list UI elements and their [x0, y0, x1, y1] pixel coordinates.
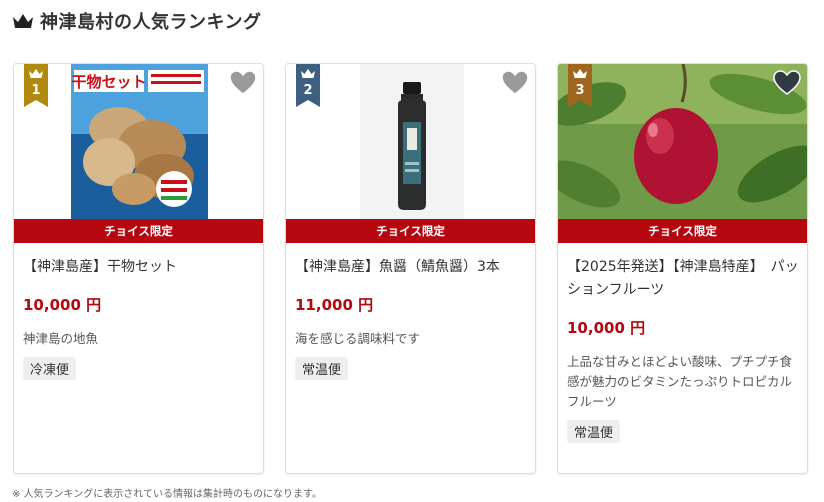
choice-limited-ribbon: チョイス限定: [286, 219, 535, 243]
product-price: 10,000 円: [567, 319, 646, 337]
product-image-2[interactable]: [286, 64, 535, 219]
rank-badge-2: 2: [296, 64, 320, 107]
product-description: 上品な甘みとほどよい酸味、プチプチ食感が魅力のビタミンたっぷりトロピカルフルーツ: [567, 354, 793, 409]
rank-number: 1: [31, 83, 41, 98]
rank-number: 3: [575, 83, 585, 98]
product-card-2[interactable]: 2 チョイス限定 【神津島産】魚醤（鯖魚醤）3本 11,000 円 海を感じる調…: [285, 63, 536, 474]
product-image-text: 干物セット: [71, 73, 146, 91]
rank-badge-3: 3: [568, 64, 592, 107]
product-description: 神津島の地魚: [23, 331, 99, 346]
crown-icon: [13, 14, 33, 28]
choice-limited-ribbon: チョイス限定: [14, 219, 263, 243]
shipping-tag: 常温便: [295, 357, 349, 380]
product-image-1[interactable]: 干物セット: [14, 64, 263, 219]
heart-icon[interactable]: [229, 70, 257, 96]
product-card-1[interactable]: 干物セット 1 チョイス限定 【神津島産】干物セット 10,000 円 神津島の…: [13, 63, 264, 474]
rank-badge-1: 1: [24, 64, 48, 107]
product-price: 11,000 円: [295, 296, 374, 314]
page-title: 神津島村の人気ランキング: [40, 12, 262, 33]
rank-number: 2: [303, 83, 313, 98]
product-title[interactable]: 【2025年発送】【神津島特産】 パッションフルーツ: [567, 256, 799, 302]
product-title[interactable]: 【神津島産】魚醤（鯖魚醤）3本: [295, 256, 527, 279]
shipping-tag: 冷凍便: [23, 357, 77, 380]
heart-icon[interactable]: [501, 70, 529, 96]
product-title[interactable]: 【神津島産】干物セット: [23, 256, 255, 279]
ranking-footnote: ※ 人気ランキングに表示されている情報は集計時のものになります。: [12, 489, 322, 500]
choice-limited-ribbon: チョイス限定: [558, 219, 807, 243]
product-price: 10,000 円: [23, 296, 102, 314]
ranking-heading: 神津島村の人気ランキング: [12, 8, 261, 34]
product-card-3[interactable]: 3 チョイス限定 【2025年発送】【神津島特産】 パッションフルーツ 10,0…: [557, 63, 808, 474]
shipping-tag: 常温便: [567, 420, 621, 443]
heart-icon[interactable]: [773, 70, 801, 96]
product-image-3[interactable]: [558, 64, 807, 219]
product-description: 海を感じる調味料です: [295, 331, 421, 346]
